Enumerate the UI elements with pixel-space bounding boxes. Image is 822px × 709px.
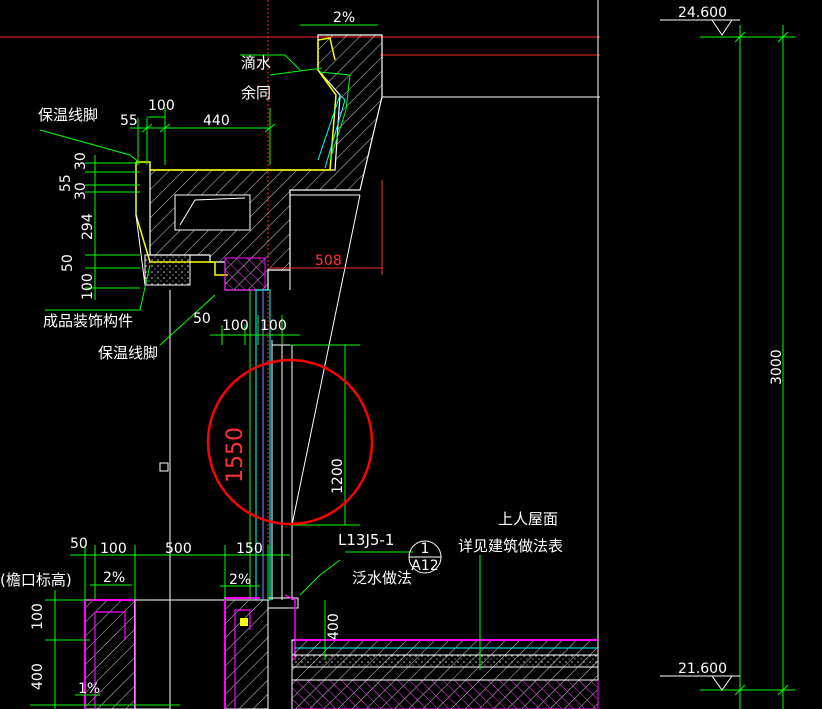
top-cornice [135, 34, 383, 291]
dim-100-mid-b: 100 [260, 318, 287, 334]
dim-1200: 1200 [330, 458, 346, 494]
dim-100-left: 100 [80, 273, 96, 300]
label-roof-note: 详见建筑做法表 [458, 537, 563, 555]
level-top: 24.600 [678, 5, 727, 21]
dim-100-mid-a: 100 [222, 318, 249, 334]
dim-30a: 30 [73, 152, 89, 170]
dim-55b: 55 [58, 174, 74, 192]
dim-2pct-top: 2% [333, 10, 355, 26]
dim-50-left: 50 [60, 254, 76, 272]
dim-100-top: 100 [148, 98, 175, 114]
dim-2pct-bl: 2% [103, 570, 125, 586]
label-insul-skirt-bot: 保温线脚 [98, 344, 158, 362]
roof-layers [291, 639, 599, 709]
dim-50-bot: 50 [70, 536, 88, 552]
dim-55: 55 [120, 113, 138, 129]
dim-50-mid: 50 [193, 311, 211, 327]
label-drip-same: 余同 [241, 84, 271, 102]
label-decor-component: 成品装饰构件 [43, 312, 133, 330]
dim-150-bot: 150 [236, 541, 263, 557]
dim-500-bot: 500 [165, 541, 192, 557]
callout-number: 1 [421, 541, 430, 557]
label-drip: 滴水 [241, 54, 271, 72]
dim-100-bl: 100 [30, 603, 46, 630]
dim-400-br: 400 [326, 613, 342, 640]
dim-100-bot: 100 [100, 541, 127, 557]
label-eave: (檐口标高) [0, 571, 72, 589]
dim-30b: 30 [73, 182, 89, 200]
label-roof-title: 上人屋面 [498, 510, 558, 528]
label-insul-skirt-top: 保温线脚 [38, 106, 98, 124]
detail-callout: 1 A12 [408, 540, 442, 574]
dim-508: 508 [315, 253, 342, 269]
dim-294: 294 [80, 213, 96, 240]
level-height: 3000 [769, 349, 785, 385]
level-bottom: 21.600 [678, 661, 727, 677]
bottom-mid-parapet [224, 594, 299, 709]
cad-detail-drawing: 1 A12 24.600 21.600 3000 2% 100 55 440 3… [0, 0, 795, 709]
dim-440: 440 [203, 113, 230, 129]
dim-2pct-bm: 2% [229, 572, 251, 588]
dim-1pct: 1% [78, 681, 100, 697]
callout-sheet: A12 [411, 558, 438, 574]
dim-1550: 1550 [223, 427, 248, 483]
label-flashing: 泛水做法 [352, 569, 412, 587]
label-spec: L13J5-1 [338, 531, 394, 549]
dim-400-bl: 400 [30, 663, 46, 690]
